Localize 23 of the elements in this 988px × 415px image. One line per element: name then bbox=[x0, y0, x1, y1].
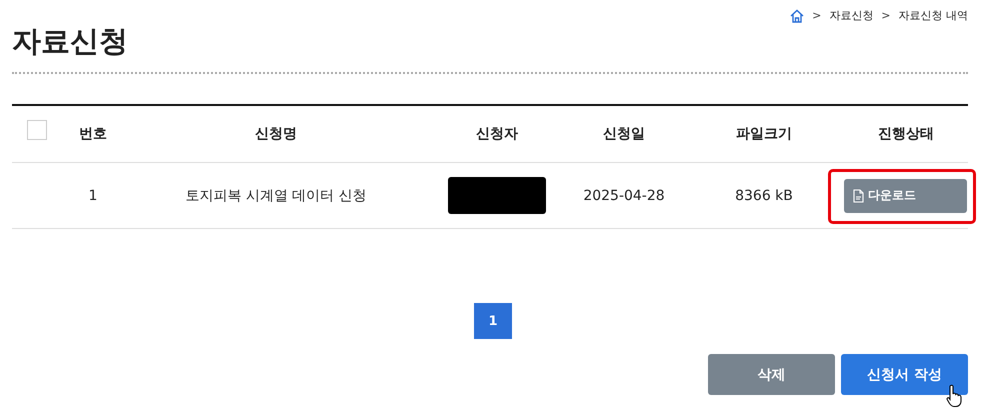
breadcrumb-separator: > bbox=[812, 9, 822, 22]
table-cell: 2025-04-28 bbox=[583, 188, 665, 204]
submit-button[interactable]: 신청서 작성 bbox=[841, 354, 968, 395]
table-cell: 토지피복 시계열 데이터 신청 bbox=[185, 186, 367, 204]
hand-pointer-icon bbox=[946, 384, 964, 408]
table-cell: 8366 kB bbox=[735, 188, 793, 204]
page-title: 자료신청 bbox=[12, 23, 128, 60]
breadcrumb-separator: > bbox=[881, 9, 890, 22]
breadcrumb-link[interactable]: 자료신청 내역 bbox=[898, 8, 968, 23]
column-header: 번호 bbox=[79, 125, 107, 143]
breadcrumb-link[interactable]: 자료신청 bbox=[829, 8, 874, 23]
delete-button[interactable]: 삭제 bbox=[708, 354, 835, 395]
column-header: 진행상태 bbox=[878, 125, 934, 143]
file-icon bbox=[852, 188, 865, 202]
column-header: 신청명 bbox=[255, 125, 297, 143]
column-header: 신청일 bbox=[603, 125, 645, 143]
column-header: 신청자 bbox=[476, 125, 518, 143]
home-icon[interactable] bbox=[790, 8, 804, 22]
page-button[interactable]: 1 bbox=[474, 303, 512, 339]
select-all-checkbox[interactable] bbox=[27, 120, 47, 140]
download-button[interactable]: 다운로드 bbox=[844, 178, 967, 212]
table-cell: 1 bbox=[88, 188, 98, 204]
column-header: 파일크기 bbox=[736, 125, 792, 143]
